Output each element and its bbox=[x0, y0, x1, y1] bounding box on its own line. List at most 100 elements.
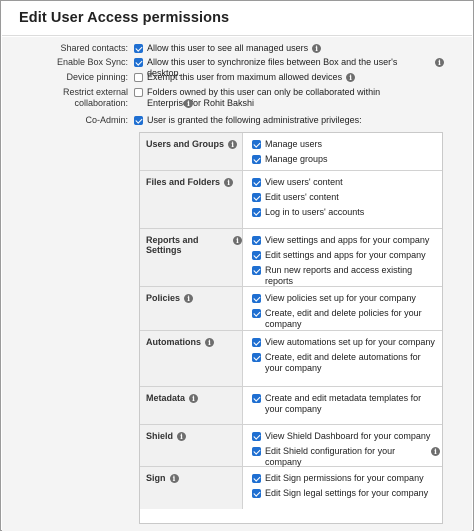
info-icon[interactable]: i bbox=[431, 447, 440, 456]
info-icon[interactable]: i bbox=[184, 294, 194, 303]
permission-item: Log in to users' accounts bbox=[252, 207, 440, 218]
permission-item: Run new reports and access existing repo… bbox=[252, 265, 440, 287]
category-cell: Automations i bbox=[140, 331, 243, 386]
category-cell: Policies i bbox=[140, 287, 243, 330]
checkbox-checked-icon[interactable] bbox=[252, 193, 261, 202]
permission-item: View users' content bbox=[252, 177, 440, 188]
category-cell: Reports and Settings i bbox=[140, 229, 243, 286]
permission-label: Manage users bbox=[265, 139, 323, 149]
info-icon[interactable]: i bbox=[312, 44, 322, 53]
info-icon[interactable]: i bbox=[177, 432, 187, 441]
privilege-category-row: Sign i Edit Sign permissions for your comp… bbox=[140, 467, 442, 509]
permissions-cell: View policies set up for your company Cre… bbox=[244, 287, 442, 330]
privilege-category-row: Users and Groups i Manage users Manage grou… bbox=[140, 133, 442, 171]
category-name: Users and Groups bbox=[146, 139, 225, 149]
category-label: Users and Groups i bbox=[146, 139, 238, 149]
checkbox-unchecked-icon[interactable] bbox=[134, 88, 143, 97]
setting-text: Exempt this user from maximum allowed de… bbox=[147, 72, 343, 82]
checkbox-checked-icon[interactable] bbox=[252, 236, 261, 245]
privileges-table: Users and Groups i Manage users Manage grou… bbox=[139, 132, 443, 524]
permission-item: Edit Sign legal settings for your compan… bbox=[252, 488, 440, 499]
category-name: Sign bbox=[146, 473, 166, 483]
permissions-cell: View users' content Edit users' content Lo… bbox=[244, 171, 442, 228]
privilege-category-row: Policies i View policies set up for your c… bbox=[140, 287, 442, 331]
permission-label: View Shield Dashboard for your company bbox=[265, 431, 431, 441]
checkbox-checked-icon[interactable] bbox=[252, 178, 261, 187]
permission-label: Manage groups bbox=[265, 154, 328, 164]
category-label: Shield i bbox=[146, 431, 187, 441]
checkbox-checked-icon[interactable] bbox=[252, 432, 261, 441]
permissions-cell: View Shield Dashboard for your company Ed… bbox=[244, 425, 442, 467]
permission-label: Edit Shield configuration for your compa… bbox=[265, 446, 396, 467]
permission-item: Create and edit metadata templates for y… bbox=[252, 393, 440, 415]
checkbox-checked-icon[interactable] bbox=[134, 58, 143, 67]
checkbox-checked-icon[interactable] bbox=[252, 251, 261, 260]
setting-label: Restrict external collaboration: bbox=[62, 87, 128, 108]
setting-text: Allow this user to see all managed users bbox=[147, 43, 309, 53]
category-label: Sign i bbox=[146, 473, 179, 483]
category-name: Files and Folders bbox=[146, 177, 221, 187]
checkbox-checked-icon[interactable] bbox=[252, 353, 261, 362]
permission-item: Manage users bbox=[252, 139, 440, 150]
permission-item: View policies set up for your company bbox=[252, 293, 440, 304]
permission-label: View automations set up for your company bbox=[265, 337, 435, 347]
permission-label: Edit Sign legal settings for your compan… bbox=[265, 488, 429, 498]
checkbox-checked-icon[interactable] bbox=[252, 140, 261, 149]
privilege-category-row: Shield i View Shield Dashboard for your co… bbox=[140, 425, 442, 467]
permission-item: Edit settings and apps for your company bbox=[252, 250, 440, 261]
info-icon[interactable]: i bbox=[346, 73, 356, 82]
checkbox-checked-icon[interactable] bbox=[252, 447, 261, 456]
checkbox-checked-icon[interactable] bbox=[252, 208, 261, 217]
info-icon[interactable]: i bbox=[233, 236, 242, 245]
category-name: Shield bbox=[146, 431, 174, 441]
category-label: Files and Folders i bbox=[146, 177, 234, 187]
dialog-header: Edit User Access permissions bbox=[2, 2, 472, 36]
checkbox-checked-icon[interactable] bbox=[134, 116, 143, 125]
info-icon[interactable]: i bbox=[224, 178, 234, 187]
info-icon[interactable]: i bbox=[228, 140, 238, 149]
checkbox-checked-icon[interactable] bbox=[252, 474, 261, 483]
dialog-title: Edit User Access permissions bbox=[19, 10, 230, 26]
permission-label: Create and edit metadata templates for y… bbox=[265, 393, 422, 414]
checkbox-unchecked-icon[interactable] bbox=[134, 73, 143, 82]
category-name: Reports and Settings bbox=[146, 235, 199, 255]
privilege-category-row: Automations i View automations set up for … bbox=[140, 331, 442, 387]
privilege-category-row: Reports and Settings i View settings and a… bbox=[140, 229, 442, 287]
category-label: Automations i bbox=[146, 337, 214, 347]
checkbox-checked-icon[interactable] bbox=[252, 155, 261, 164]
setting-value: Folders owned by this user can only be c… bbox=[134, 87, 444, 109]
info-icon[interactable]: i bbox=[205, 338, 214, 347]
permissions-cell: Manage users Manage groups bbox=[244, 133, 442, 170]
info-icon[interactable]: i bbox=[169, 474, 179, 483]
checkbox-checked-icon[interactable] bbox=[252, 489, 261, 498]
info-icon[interactable]: i bbox=[435, 58, 444, 67]
setting-text: User is granted the following administra… bbox=[147, 115, 362, 125]
checkbox-checked-icon[interactable] bbox=[252, 266, 261, 275]
permission-label: Create, edit and delete policies for you… bbox=[265, 308, 422, 329]
privilege-category-row: Metadata i Create and edit metadata templa… bbox=[140, 387, 442, 425]
permission-item: Edit Sign permissions for your company bbox=[252, 473, 440, 484]
permission-label: Create, edit and delete automations for … bbox=[265, 352, 421, 373]
permission-item: Create, edit and delete automations for … bbox=[252, 352, 440, 374]
permission-label: Edit users' content bbox=[265, 192, 339, 202]
permissions-cell: View automations set up for your company… bbox=[244, 331, 442, 386]
setting-label: Shared contacts: bbox=[60, 43, 128, 53]
settings-panel: Shared contacts: Allow this user to see a… bbox=[2, 37, 472, 531]
info-icon[interactable]: i bbox=[189, 394, 199, 403]
category-name: Metadata bbox=[146, 393, 186, 403]
setting-label: Co-Admin: bbox=[85, 115, 128, 125]
checkbox-checked-icon[interactable] bbox=[134, 44, 143, 53]
permission-item: View automations set up for your company bbox=[252, 337, 440, 348]
checkbox-checked-icon[interactable] bbox=[252, 338, 261, 347]
edit-user-access-dialog: Edit User Access permissions Shared cont… bbox=[0, 0, 474, 531]
checkbox-checked-icon[interactable] bbox=[252, 309, 261, 318]
permission-label: Edit Sign permissions for your company bbox=[265, 473, 424, 483]
checkbox-checked-icon[interactable] bbox=[252, 294, 261, 303]
permission-item: Create, edit and delete policies for you… bbox=[252, 308, 440, 330]
category-label: Policies i bbox=[146, 293, 194, 303]
permission-label: Run new reports and access existing repo… bbox=[265, 265, 413, 286]
checkbox-checked-icon[interactable] bbox=[252, 394, 261, 403]
category-cell: Sign i bbox=[140, 467, 243, 509]
category-label: Reports and Settings i bbox=[146, 235, 242, 255]
info-icon[interactable]: i bbox=[184, 99, 193, 108]
